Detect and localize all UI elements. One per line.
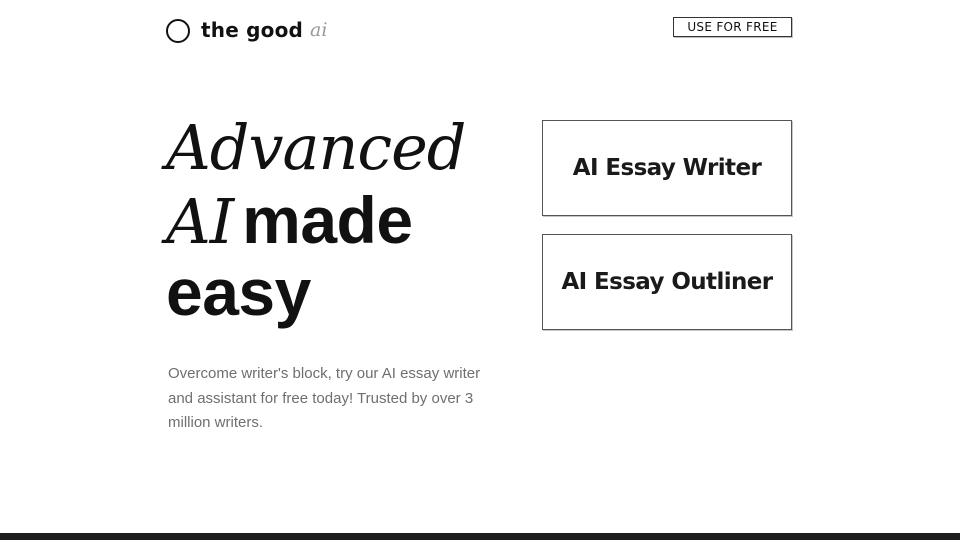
hero-title-word-easy: easy <box>166 255 311 329</box>
ai-essay-writer-card[interactable]: AI Essay Writer <box>542 120 792 216</box>
ai-essay-outliner-card[interactable]: AI Essay Outliner <box>542 234 792 330</box>
hero-title-line-2: AI made <box>166 183 526 258</box>
logo-circle-icon <box>166 19 190 43</box>
ai-essay-writer-label: AI Essay Writer <box>572 155 762 181</box>
brand-name: the good <box>201 18 304 42</box>
brand-logo-link[interactable]: the good ai <box>166 14 327 46</box>
brand-suffix: ai <box>310 19 328 41</box>
hero-title-line-1: Advanced <box>166 112 526 184</box>
hero-title-word-made: made <box>242 183 413 257</box>
hero-title-line-3: easy <box>166 256 526 328</box>
hero-title: Advanced AI made easy <box>166 112 526 329</box>
hero-title-word-advanced: Advanced <box>166 111 466 184</box>
ai-essay-outliner-label: AI Essay Outliner <box>561 269 773 295</box>
footer-bar <box>0 533 960 540</box>
hero-title-word-ai: AI <box>166 185 234 258</box>
use-for-free-button[interactable]: USE FOR FREE <box>673 17 792 37</box>
hero-description: Overcome writer's block, try our AI essa… <box>168 365 481 431</box>
